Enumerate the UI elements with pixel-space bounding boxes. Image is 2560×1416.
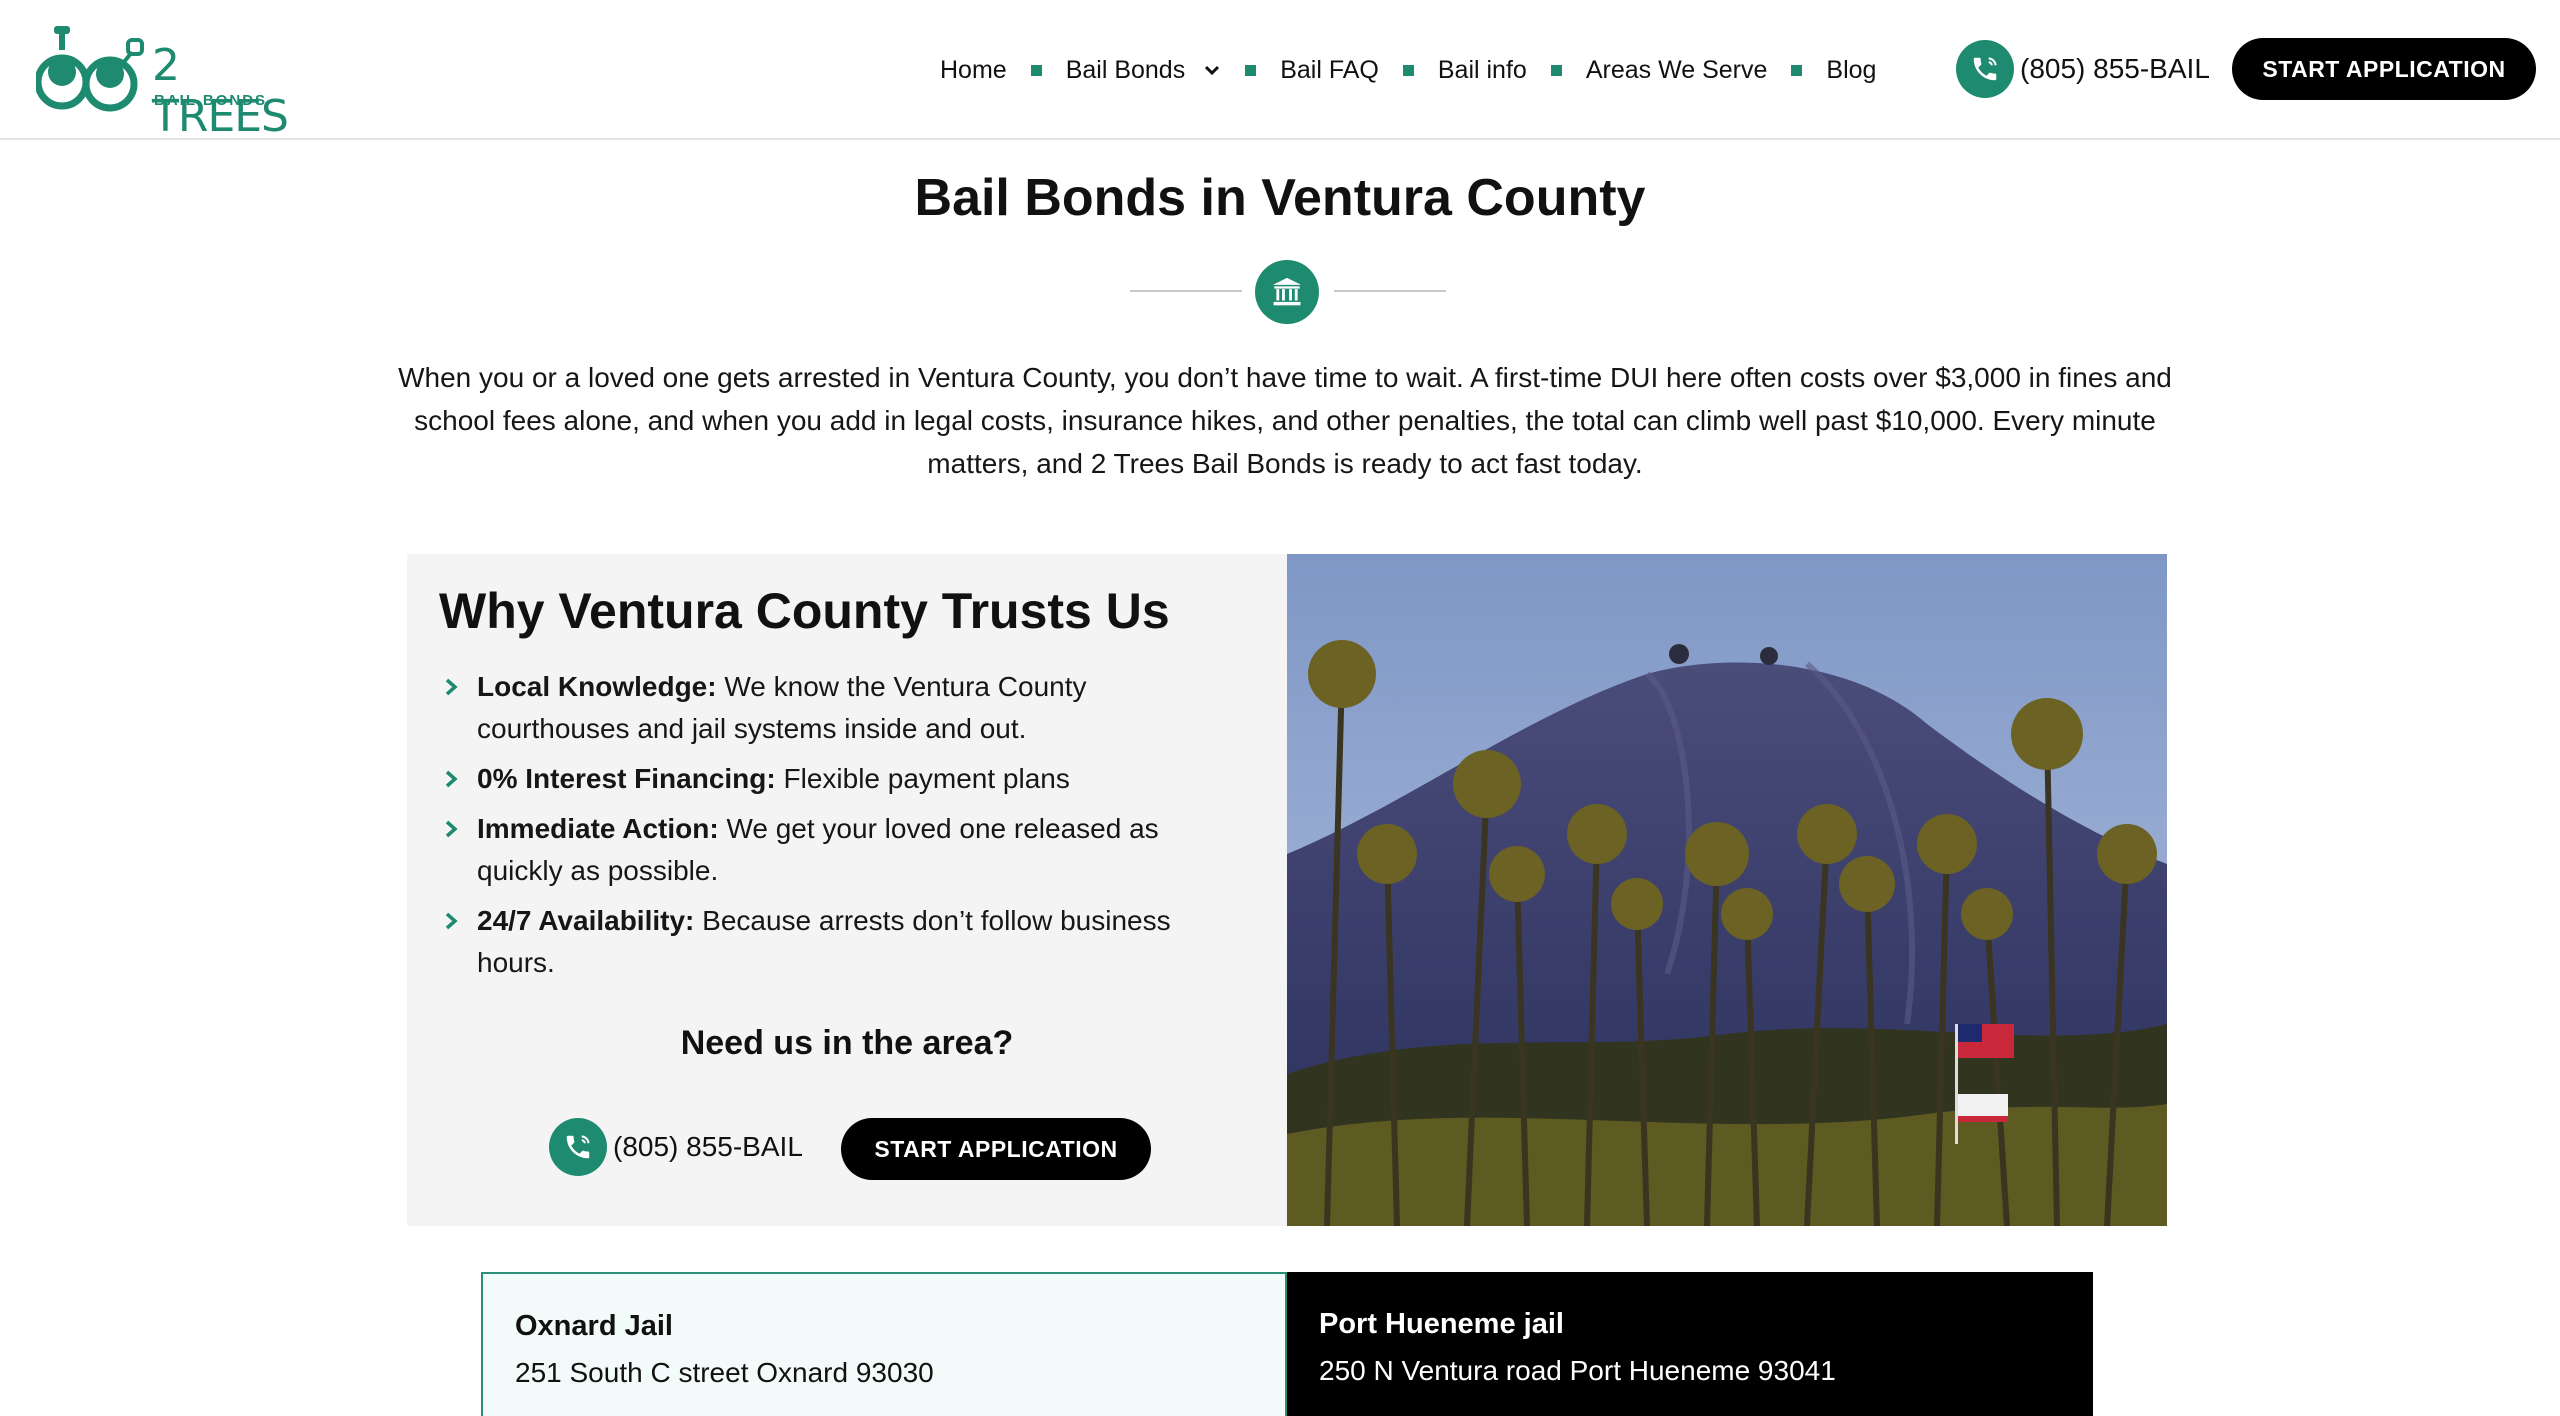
list-item: Local Knowledge: We know the Ventura Cou… bbox=[439, 666, 1239, 750]
nav-bail-bonds-label: Bail Bonds bbox=[1065, 55, 1186, 84]
trust-item-label: Local Knowledge: bbox=[477, 671, 717, 702]
jail-card-oxnard: Oxnard Jail 251 South C street Oxnard 93… bbox=[481, 1272, 1287, 1416]
phone-icon bbox=[1956, 40, 2014, 98]
chevron-right-icon bbox=[445, 912, 458, 930]
jail-address: 250 N Ventura road Port Hueneme 93041 bbox=[1319, 1355, 1836, 1386]
intro-paragraph: When you or a loved one gets arrested in… bbox=[398, 362, 2172, 479]
title-divider-left bbox=[1130, 290, 1242, 292]
site-header: 2 TREES BAIL BONDS Home Bail Bonds Bail … bbox=[0, 0, 2560, 142]
jail-card-port-hueneme: Port Hueneme jail 250 N Ventura road Por… bbox=[1287, 1272, 2093, 1416]
phone-icon bbox=[549, 1118, 607, 1176]
trust-item-label: 0% Interest Financing: bbox=[477, 763, 776, 794]
list-item: Immediate Action: We get your loved one … bbox=[439, 808, 1239, 892]
jail-name: Oxnard Jail bbox=[515, 1310, 673, 1342]
nav-separator bbox=[1550, 64, 1562, 76]
logo-text: 2 TREES bbox=[152, 40, 289, 142]
page-title: Bail Bonds in Ventura County bbox=[914, 169, 1646, 227]
chevron-down-icon bbox=[1205, 65, 1220, 76]
trust-panel: Why Ventura County Trusts Us Local Knowl… bbox=[407, 554, 1287, 1226]
nav-blog[interactable]: Blog bbox=[1826, 56, 1876, 85]
jail-address: 251 South C street Oxnard 93030 bbox=[515, 1357, 934, 1388]
trust-phone-link[interactable]: (805) 855-BAIL bbox=[549, 1118, 803, 1176]
trust-phone-number: (805) 855-BAIL bbox=[613, 1131, 803, 1162]
main-nav: Home Bail Bonds Bail FAQ Bail info Areas… bbox=[940, 0, 1876, 140]
list-item: 0% Interest Financing: Flexible payment … bbox=[439, 758, 1239, 800]
trust-title: Why Ventura County Trusts Us bbox=[439, 583, 1170, 639]
nav-home[interactable]: Home bbox=[940, 56, 1007, 85]
ventura-hills-photo bbox=[1287, 554, 2167, 1226]
nav-areas-we-serve[interactable]: Areas We Serve bbox=[1586, 56, 1768, 85]
logo-subtext: BAIL BONDS bbox=[154, 92, 268, 109]
nav-separator bbox=[1791, 64, 1803, 76]
courthouse-icon bbox=[1255, 260, 1319, 324]
jail-name: Port Hueneme jail bbox=[1319, 1308, 1564, 1340]
nav-separator bbox=[1030, 64, 1042, 76]
logo-trees-icon bbox=[36, 26, 144, 112]
trust-item-label: Immediate Action: bbox=[477, 813, 719, 844]
trust-item-text: Flexible payment plans bbox=[775, 763, 1070, 794]
header-phone-number: (805) 855-BAIL bbox=[2020, 53, 2210, 84]
title-divider-right bbox=[1334, 290, 1446, 292]
trust-list: Local Knowledge: We know the Ventura Cou… bbox=[439, 666, 1239, 992]
nav-bail-info[interactable]: Bail info bbox=[1438, 56, 1527, 85]
list-item: 24/7 Availability: Because arrests don’t… bbox=[439, 900, 1239, 984]
nav-bail-bonds[interactable]: Bail Bonds bbox=[1066, 56, 1222, 85]
chevron-right-icon bbox=[445, 820, 458, 838]
trust-start-application-button[interactable]: START APPLICATION bbox=[841, 1118, 1151, 1180]
chevron-right-icon bbox=[445, 678, 458, 696]
nav-separator bbox=[1402, 64, 1414, 76]
nav-bail-faq[interactable]: Bail FAQ bbox=[1280, 56, 1379, 85]
chevron-right-icon bbox=[445, 770, 458, 788]
trust-item-label: 24/7 Availability: bbox=[477, 905, 695, 936]
need-us-heading: Need us in the area? bbox=[680, 1024, 1014, 1062]
header-phone-link[interactable]: (805) 855-BAIL bbox=[1956, 40, 2210, 98]
logo[interactable]: 2 TREES BAIL BONDS bbox=[36, 22, 289, 142]
nav-separator bbox=[1245, 64, 1257, 76]
header-start-application-button[interactable]: START APPLICATION bbox=[2232, 38, 2536, 100]
palm-landscape-image bbox=[1287, 554, 2167, 1226]
